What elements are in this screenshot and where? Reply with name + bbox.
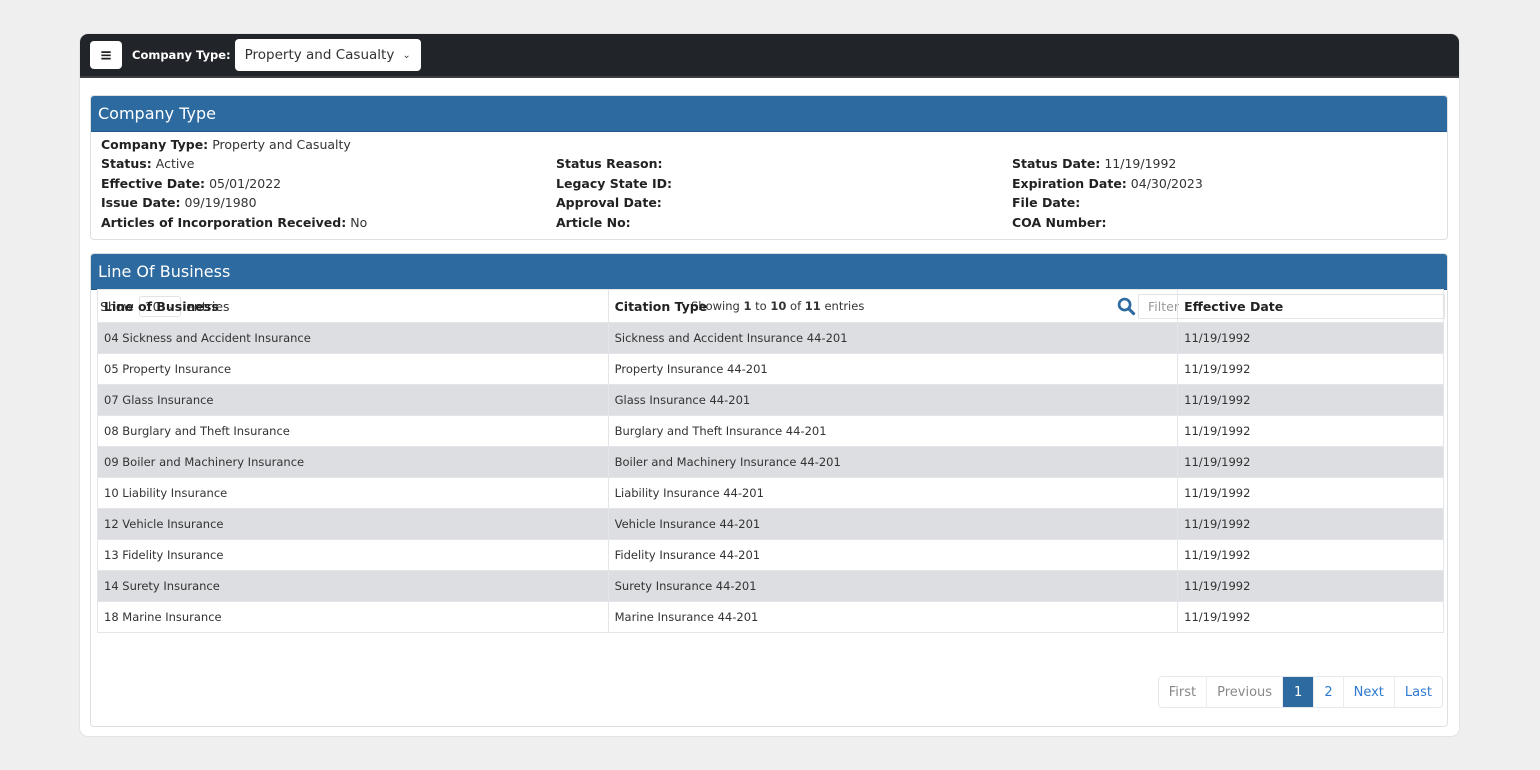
field-label: Status Date: xyxy=(1012,156,1101,171)
field-approval-date: Approval Date: xyxy=(556,195,666,210)
pagination-page-2[interactable]: 2 xyxy=(1313,677,1342,707)
table-row[interactable]: 14 Surety Insurance Surety Insurance 44-2… xyxy=(97,570,1444,602)
cell-effective-date: 11/19/1992 xyxy=(1177,477,1444,509)
field-label: File Date: xyxy=(1012,195,1081,210)
field-article-no: Article No: xyxy=(556,215,635,230)
menu-button[interactable]: ≡ xyxy=(90,41,122,69)
field-value: No xyxy=(350,215,368,230)
table-row[interactable]: 18 Marine Insurance Marine Insurance 44-2… xyxy=(97,601,1444,633)
field-label: Expiration Date: xyxy=(1012,176,1127,191)
table-row[interactable]: 12 Vehicle Insurance Vehicle Insurance 44… xyxy=(97,508,1444,540)
field-value: Property and Casualty xyxy=(212,137,351,152)
cell-effective-date: 11/19/1992 xyxy=(1177,539,1444,571)
pagination: First Previous 1 2 Next Last xyxy=(1157,676,1443,708)
field-status-reason: Status Reason: xyxy=(556,156,667,171)
cell-line-of-business: 09 Boiler and Machinery Insurance xyxy=(97,446,609,478)
field-label: Effective Date: xyxy=(101,176,206,191)
table-row[interactable]: 07 Glass Insurance Glass Insurance 44-201… xyxy=(97,384,1444,416)
field-coa-number: COA Number: xyxy=(1012,215,1110,230)
company-info-grid: Company Type: Property and Casualty Statu… xyxy=(91,132,1447,239)
cell-effective-date: 11/19/1992 xyxy=(1177,446,1444,478)
field-label: Issue Date: xyxy=(101,195,181,210)
cell-citation-type: Sickness and Accident Insurance 44-201 xyxy=(607,322,1179,354)
column-header-line-of-business[interactable]: Line of Business xyxy=(97,289,609,323)
pagination-previous[interactable]: Previous xyxy=(1206,677,1282,707)
cell-effective-date: 11/19/1992 xyxy=(1177,384,1444,416)
cell-citation-type: Property Insurance 44-201 xyxy=(607,353,1179,385)
field-value: 09/19/1980 xyxy=(184,195,257,210)
cell-line-of-business: 08 Burglary and Theft Insurance xyxy=(97,415,609,447)
field-value: 04/30/2023 xyxy=(1130,176,1203,191)
company-type-card-header: Company Type xyxy=(91,96,1447,132)
cell-citation-type: Glass Insurance 44-201 xyxy=(607,384,1179,416)
pagination-first[interactable]: First xyxy=(1159,677,1206,707)
table-body: 04 Sickness and Accident Insurance Sickne… xyxy=(97,322,1444,633)
cell-line-of-business: 07 Glass Insurance xyxy=(97,384,609,416)
cell-line-of-business: 18 Marine Insurance xyxy=(97,601,609,633)
cell-line-of-business: 13 Fidelity Insurance xyxy=(97,539,609,571)
pagination-last[interactable]: Last xyxy=(1393,677,1442,707)
company-type-card: Company Type Company Type: Property and C… xyxy=(90,95,1448,240)
cell-citation-type: Vehicle Insurance 44-201 xyxy=(607,508,1179,540)
cell-citation-type: Marine Insurance 44-201 xyxy=(607,601,1179,633)
cell-line-of-business: 04 Sickness and Accident Insurance xyxy=(97,322,609,354)
cell-citation-type: Boiler and Machinery Insurance 44-201 xyxy=(607,446,1179,478)
cell-citation-type: Burglary and Theft Insurance 44-201 xyxy=(607,415,1179,447)
field-label: Article No: xyxy=(556,215,631,230)
cell-citation-type: Surety Insurance 44-201 xyxy=(607,570,1179,602)
top-navbar: ≡ Company Type: Property and Casualty ⌄ xyxy=(80,34,1459,78)
field-label: Company Type: xyxy=(101,137,209,152)
cell-line-of-business: 12 Vehicle Insurance xyxy=(97,508,609,540)
cell-citation-type: Liability Insurance 44-201 xyxy=(607,477,1179,509)
company-type-label: Company Type: xyxy=(132,48,231,62)
table-row[interactable]: 04 Sickness and Accident Insurance Sickne… xyxy=(97,322,1444,354)
field-status: Status: Active xyxy=(101,156,194,171)
table-row[interactable]: 13 Fidelity Insurance Fidelity Insurance … xyxy=(97,539,1444,571)
field-value: 05/01/2022 xyxy=(209,176,282,191)
field-effective-date: Effective Date: 05/01/2022 xyxy=(101,176,281,191)
table-header-row: Line of Business Citation Type Effective… xyxy=(97,289,1444,323)
company-type-select[interactable]: Property and Casualty ⌄ xyxy=(234,39,421,71)
table-row[interactable]: 05 Property Insurance Property Insurance … xyxy=(97,353,1444,385)
field-legacy-state-id: Legacy State ID: xyxy=(556,176,676,191)
cell-line-of-business: 05 Property Insurance xyxy=(97,353,609,385)
line-of-business-table: Line of Business Citation Type Effective… xyxy=(97,289,1444,633)
app-window: ≡ Company Type: Property and Casualty ⌄ … xyxy=(80,34,1459,736)
cell-effective-date: 11/19/1992 xyxy=(1177,570,1444,602)
line-of-business-card-header: Line Of Business xyxy=(91,254,1447,290)
field-value: 11/19/1992 xyxy=(1104,156,1177,171)
field-articles-received: Articles of Incorporation Received: No xyxy=(101,215,367,230)
cell-effective-date: 11/19/1992 xyxy=(1177,353,1444,385)
column-header-effective-date[interactable]: Effective Date xyxy=(1177,289,1444,323)
cell-effective-date: 11/19/1992 xyxy=(1177,601,1444,633)
chevron-down-icon: ⌄ xyxy=(402,49,411,61)
field-expiration-date: Expiration Date: 04/30/2023 xyxy=(1012,176,1203,191)
field-issue-date: Issue Date: 09/19/1980 xyxy=(101,195,257,210)
cell-line-of-business: 10 Liability Insurance xyxy=(97,477,609,509)
field-label: Legacy State ID: xyxy=(556,176,672,191)
company-type-selected-value: Property and Casualty xyxy=(244,47,395,63)
field-file-date: File Date: xyxy=(1012,195,1084,210)
field-company-type: Company Type: Property and Casualty xyxy=(101,137,351,152)
column-header-citation-type[interactable]: Citation Type xyxy=(607,289,1179,323)
table-row[interactable]: 08 Burglary and Theft Insurance Burglary … xyxy=(97,415,1444,447)
table-row[interactable]: 09 Boiler and Machinery Insurance Boiler … xyxy=(97,446,1444,478)
cell-effective-date: 11/19/1992 xyxy=(1177,322,1444,354)
field-label: COA Number: xyxy=(1012,215,1107,230)
cell-effective-date: 11/19/1992 xyxy=(1177,508,1444,540)
field-label: Approval Date: xyxy=(556,195,662,210)
cell-line-of-business: 14 Surety Insurance xyxy=(97,570,609,602)
field-value: Active xyxy=(155,156,195,171)
line-of-business-card: Line Of Business Show 10 ⌄ entries Showi… xyxy=(90,253,1448,727)
pagination-page-1[interactable]: 1 xyxy=(1282,677,1314,707)
field-label: Status Reason: xyxy=(556,156,663,171)
field-label: Articles of Incorporation Received: xyxy=(101,215,347,230)
table-row[interactable]: 10 Liability Insurance Liability Insuranc… xyxy=(97,477,1444,509)
cell-citation-type: Fidelity Insurance 44-201 xyxy=(607,539,1179,571)
cell-effective-date: 11/19/1992 xyxy=(1177,415,1444,447)
field-label: Status: xyxy=(101,156,152,171)
field-status-date: Status Date: 11/19/1992 xyxy=(1012,156,1176,171)
pagination-next[interactable]: Next xyxy=(1342,677,1394,707)
hamburger-menu-icon: ≡ xyxy=(99,45,113,64)
